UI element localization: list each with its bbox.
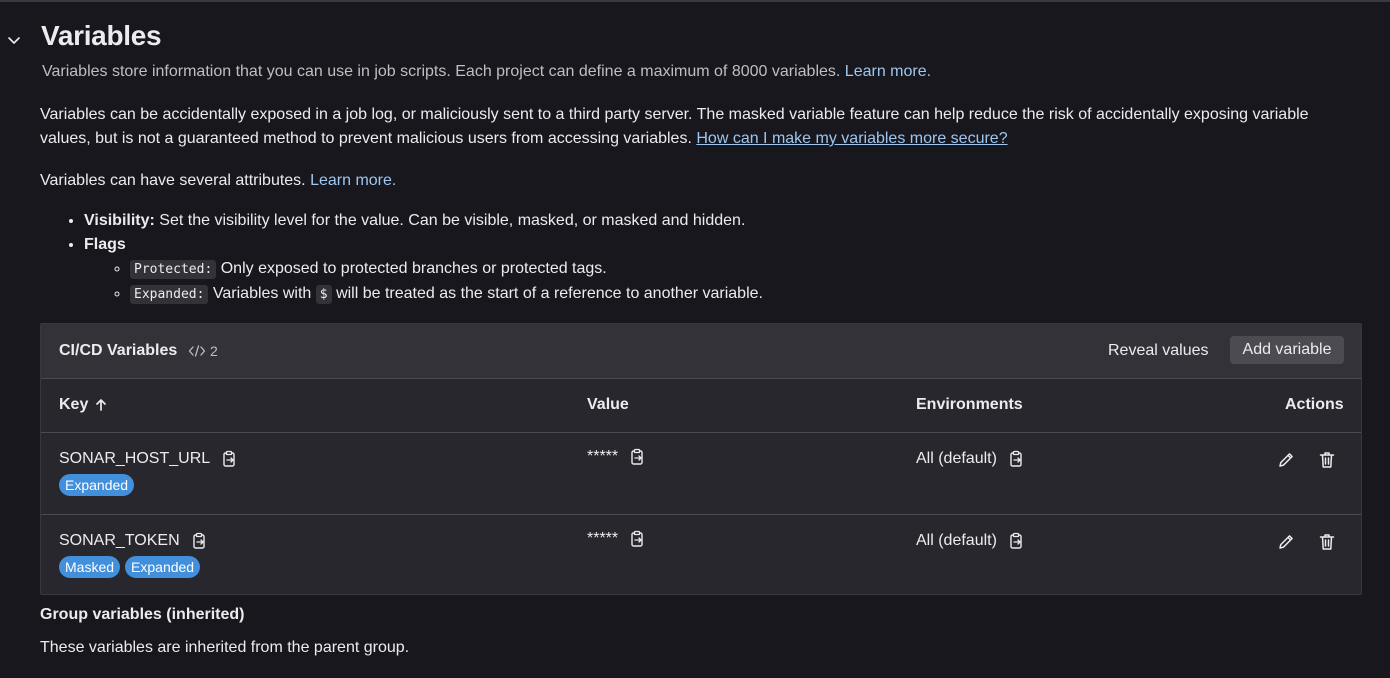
section-subtitle: Variables store information that you can… [42, 63, 931, 81]
key-cell: SONAR_TOKEN [59, 532, 208, 550]
dollar-code: $ [315, 285, 332, 304]
table-header: Key Value Environments Actions [41, 379, 1361, 433]
masked-value: ***** [587, 448, 619, 465]
flags-label: Flags [84, 236, 126, 253]
key-column-header[interactable]: Key [59, 396, 108, 414]
environment-cell: All (default) [916, 532, 1025, 550]
table-row: SONAR_TOKEN Masked Expanded ***** All (d… [41, 515, 1361, 595]
masked-badge: Masked [59, 556, 121, 578]
copy-icon[interactable] [220, 450, 238, 468]
list-item: Protected: Only exposed to protected bra… [130, 257, 763, 282]
copy-icon[interactable] [628, 448, 646, 466]
card-header: CI/CD Variables 2 Reveal values Add vari… [41, 324, 1361, 379]
environment-cell: All (default) [916, 450, 1025, 468]
badge-list: Expanded [59, 474, 135, 496]
card-title: CI/CD Variables [59, 342, 178, 359]
variable-key: SONAR_HOST_URL [59, 450, 211, 467]
actions-column-header: Actions [1285, 396, 1344, 413]
expanded-text-after: will be treated as the start of a refere… [336, 285, 763, 302]
group-variables-title: Group variables (inherited) [40, 606, 245, 623]
value-cell: ***** [587, 530, 646, 548]
copy-icon[interactable] [628, 530, 646, 548]
variables-card: CI/CD Variables 2 Reveal values Add vari… [40, 323, 1362, 595]
attributes-paragraph: Variables can have several attributes. L… [40, 169, 1350, 193]
secure-variables-link[interactable]: How can I make my variables more secure? [696, 130, 1007, 147]
attributes-list: Visibility: Set the visibility level for… [40, 209, 763, 307]
group-variables-description: These variables are inherited from the p… [40, 639, 410, 656]
copy-icon[interactable] [1007, 532, 1025, 550]
learn-more-link[interactable]: Learn more. [845, 63, 931, 80]
value-cell: ***** [587, 448, 646, 466]
list-item: Expanded: Variables with $ will be treat… [130, 282, 763, 307]
list-item: Visibility: Set the visibility level for… [84, 209, 763, 233]
trash-icon[interactable] [1317, 532, 1337, 552]
reveal-values-button[interactable]: Reveal values [1098, 336, 1219, 366]
value-column-header: Value [587, 396, 629, 413]
key-cell: SONAR_HOST_URL [59, 450, 238, 468]
protected-text: Only exposed to protected branches or pr… [220, 260, 607, 277]
chevron-down-icon[interactable] [6, 32, 22, 48]
expanded-badge: Expanded [125, 556, 201, 578]
sort-arrow-up-icon [96, 399, 107, 411]
environment-value: All (default) [916, 450, 997, 467]
visibility-label: Visibility: [84, 212, 155, 229]
subtitle-text: Variables store information that you can… [42, 63, 841, 80]
masked-value: ***** [587, 530, 619, 547]
expanded-text-before: Variables with [212, 285, 312, 302]
table-row: SONAR_HOST_URL Expanded ***** All (defau… [41, 433, 1361, 515]
warning-paragraph: Variables can be accidentally exposed in… [40, 103, 1350, 151]
badge-list: Masked Expanded [59, 556, 201, 578]
environment-value: All (default) [916, 532, 997, 549]
flags-list: Protected: Only exposed to protected bra… [84, 257, 763, 307]
protected-code: Protected: [130, 260, 217, 279]
copy-icon[interactable] [190, 532, 208, 550]
count-value: 2 [210, 343, 218, 359]
top-divider [0, 0, 1390, 2]
visibility-text: Set the visibility level for the value. … [159, 212, 746, 229]
variable-count: 2 [188, 343, 218, 359]
expanded-code: Expanded: [130, 285, 209, 304]
environments-column-header: Environments [916, 396, 1023, 413]
trash-icon[interactable] [1317, 450, 1337, 470]
list-item: Flags Protected: Only exposed to protect… [84, 233, 763, 307]
attributes-learn-more-link[interactable]: Learn more. [310, 172, 396, 189]
copy-icon[interactable] [1007, 450, 1025, 468]
pencil-icon[interactable] [1276, 450, 1296, 470]
add-variable-button[interactable]: Add variable [1230, 336, 1344, 364]
warning-text: Variables can be accidentally exposed in… [40, 106, 1309, 147]
expanded-badge: Expanded [59, 474, 135, 496]
code-icon [188, 345, 206, 357]
key-header-label: Key [59, 396, 89, 413]
attributes-text: Variables can have several attributes. [40, 172, 306, 189]
section-title: Variables [41, 20, 162, 51]
pencil-icon[interactable] [1276, 532, 1296, 552]
variable-key: SONAR_TOKEN [59, 532, 180, 549]
